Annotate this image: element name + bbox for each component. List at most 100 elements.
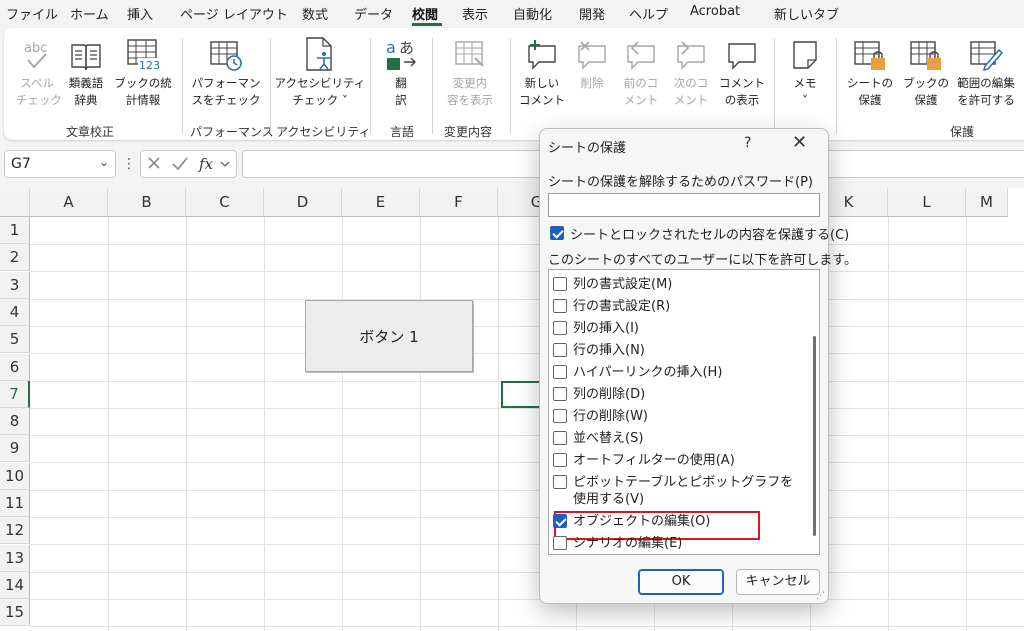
column-header[interactable]: A: [30, 188, 108, 217]
group-label-protect: 保護: [950, 125, 975, 139]
protect-contents-checkbox[interactable]: [550, 226, 564, 240]
permission-checkbox[interactable]: [553, 365, 567, 379]
row-header[interactable]: 2: [0, 244, 30, 272]
new-comment-button[interactable]: 新しい コメント: [516, 36, 568, 109]
tab-home[interactable]: ホーム: [70, 4, 109, 23]
show-changes-button[interactable]: 変更内 容を表示: [438, 36, 502, 109]
previous-comment-button[interactable]: 前のコ メント: [618, 36, 664, 109]
permission-checkbox[interactable]: [553, 514, 567, 528]
translate-button[interactable]: aあ 翻 訳: [380, 36, 422, 109]
row-header[interactable]: 12: [0, 517, 30, 545]
permission-item[interactable]: 行の削除(W): [549, 406, 805, 428]
permission-checkbox[interactable]: [553, 453, 567, 467]
permission-item[interactable]: 並べ替え(S): [549, 428, 805, 450]
accessibility-check-button[interactable]: アクセシビリティ チェック ˅: [274, 36, 366, 109]
row-header[interactable]: 4: [0, 298, 30, 326]
notes-button[interactable]: メモ ˅: [782, 36, 828, 109]
thesaurus-button[interactable]: 類義語 辞典: [62, 36, 110, 109]
row-header[interactable]: 3: [0, 271, 30, 299]
row-header[interactable]: 11: [0, 490, 30, 517]
name-box[interactable]: G7 ⌄: [4, 150, 116, 178]
workbook-statistics-button[interactable]: 123 ブックの統 計情報: [112, 36, 174, 109]
delete-comment-button[interactable]: 削除: [570, 36, 614, 92]
row-header[interactable]: 1: [0, 217, 30, 244]
row-header[interactable]: 5: [0, 326, 30, 354]
row-header[interactable]: 10: [0, 462, 30, 490]
selected-cell[interactable]: [501, 380, 541, 408]
tab-data[interactable]: データ: [354, 4, 393, 23]
chevron-down-icon[interactable]: ⌄: [99, 155, 109, 169]
permission-item[interactable]: オートフィルターの使用(A): [549, 450, 805, 472]
permission-item[interactable]: シナリオの編集(E): [549, 533, 805, 554]
permission-item[interactable]: オブジェクトの編集(O): [549, 511, 805, 533]
column-header[interactable]: E: [342, 188, 420, 217]
row-header[interactable]: 6: [0, 353, 30, 381]
permission-item[interactable]: 列の削除(D): [549, 384, 805, 406]
ok-button[interactable]: OK: [638, 569, 724, 595]
cancel-button[interactable]: キャンセル: [736, 569, 820, 595]
row-header[interactable]: 14: [0, 571, 30, 599]
more-options-icon[interactable]: ⋮: [122, 156, 136, 172]
permission-checkbox[interactable]: [553, 299, 567, 313]
help-icon[interactable]: ?: [744, 135, 751, 151]
permission-item[interactable]: 列の書式設定(M): [549, 274, 805, 296]
tab-acrobat[interactable]: Acrobat: [690, 4, 740, 19]
tab-help[interactable]: ヘルプ: [629, 4, 668, 23]
show-comments-button[interactable]: コメント の表示: [714, 36, 770, 109]
spell-check-button[interactable]: abc スペル チェック: [16, 36, 62, 109]
tab-page-layout[interactable]: ページ レイアウト: [180, 4, 288, 23]
allow-edit-ranges-button[interactable]: 範囲の編集 を許可する: [950, 36, 1022, 109]
column-header[interactable]: C: [186, 188, 264, 217]
formula-icons: fx: [140, 150, 237, 178]
column-header[interactable]: B: [108, 188, 186, 217]
close-icon[interactable]: ✕: [792, 132, 807, 153]
tab-formulas[interactable]: 数式: [302, 4, 328, 23]
tab-file[interactable]: ファイル: [6, 4, 58, 23]
resize-grip-icon[interactable]: ⋰: [816, 591, 825, 601]
sheet-form-button[interactable]: ボタン 1: [305, 300, 473, 372]
column-header[interactable]: F: [420, 188, 498, 217]
tab-view[interactable]: 表示: [462, 4, 488, 23]
permission-item[interactable]: 行の書式設定(R): [549, 296, 805, 318]
scrollbar[interactable]: [813, 336, 816, 536]
protect-sheet-button[interactable]: シートの 保護: [842, 36, 898, 109]
permission-item[interactable]: 行の挿入(N): [549, 340, 805, 362]
tab-automate[interactable]: 自動化: [513, 4, 552, 23]
permission-checkbox[interactable]: [553, 321, 567, 335]
password-input[interactable]: [548, 193, 820, 217]
row-header[interactable]: 15: [0, 599, 30, 627]
permission-checkbox[interactable]: [553, 343, 567, 357]
permission-checkbox[interactable]: [553, 431, 567, 445]
row-header[interactable]: 8: [0, 408, 30, 436]
tab-developer[interactable]: 開発: [579, 4, 605, 23]
permission-checkbox[interactable]: [553, 409, 567, 423]
tab-review[interactable]: 校閲: [412, 4, 438, 23]
select-all-corner[interactable]: [0, 188, 30, 217]
permission-item[interactable]: ハイパーリンクの挿入(H): [549, 362, 805, 384]
permission-checkbox[interactable]: [553, 536, 567, 550]
row-gridline: [30, 598, 1024, 600]
tab-insert[interactable]: 挿入: [127, 4, 153, 23]
group-separator: [774, 38, 775, 134]
worksheet-grid[interactable]: ABCDEFGHIJKLM123456789101112131415: [0, 188, 1024, 631]
cancel-confirm-icons[interactable]: fx: [141, 151, 236, 177]
check-performance-button[interactable]: パフォーマン スをチェック: [188, 36, 264, 109]
column-header[interactable]: L: [888, 188, 966, 217]
svg-text:あ: あ: [399, 39, 414, 57]
permission-checkbox[interactable]: [553, 475, 567, 489]
protect-workbook-button[interactable]: ブックの 保護: [898, 36, 954, 109]
tab-new-tab[interactable]: 新しいタブ: [774, 4, 839, 23]
row-header[interactable]: 9: [0, 435, 30, 463]
next-comment-button[interactable]: 次のコ メント: [668, 36, 714, 109]
permissions-list[interactable]: 列の書式設定(M) 行の書式設定(R) 列の挿入(I) 行の挿入(N) ハイパーリンクの…: [548, 269, 820, 555]
permission-item[interactable]: ピボットテーブルとピボットグラフを使用する(V): [549, 472, 805, 510]
column-header[interactable]: D: [264, 188, 342, 217]
column-gridline: [108, 217, 109, 631]
permission-item[interactable]: 列の挿入(I): [549, 318, 805, 340]
row-header[interactable]: 7: [0, 380, 30, 408]
permission-checkbox[interactable]: [553, 277, 567, 291]
permission-checkbox[interactable]: [553, 387, 567, 401]
row-header[interactable]: 13: [0, 544, 30, 572]
column-header[interactable]: M: [966, 188, 1008, 217]
formula-bar: G7 ⌄ ⋮ fx: [0, 142, 1024, 188]
